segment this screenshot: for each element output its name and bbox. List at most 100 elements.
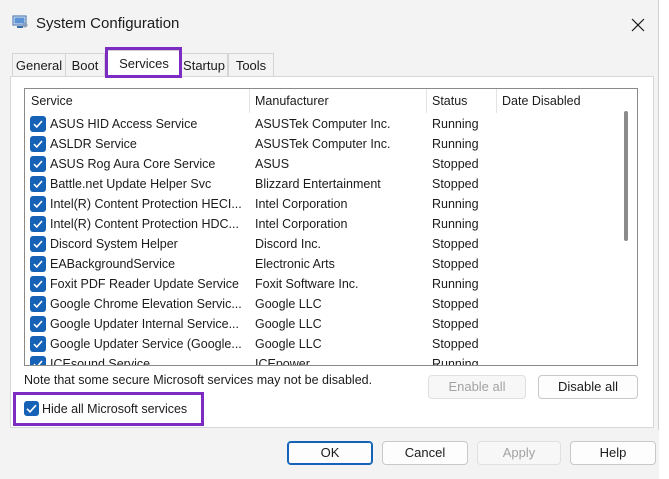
manufacturer: Discord Inc. — [255, 237, 321, 251]
hide-microsoft-services-checkbox[interactable] — [24, 401, 39, 416]
service-name: Intel(R) Content Protection HDC... — [50, 217, 239, 231]
service-name: Intel(R) Content Protection HECI... — [50, 197, 242, 211]
checkmark-icon — [33, 120, 43, 129]
checkmark-icon — [33, 160, 43, 169]
disable-all-button[interactable]: Disable all — [538, 375, 638, 399]
row-checkbox[interactable] — [30, 136, 46, 152]
manufacturer: Google LLC — [255, 297, 322, 311]
checkmark-icon — [33, 180, 43, 189]
table-row[interactable]: Battle.net Update Helper Svc Blizzard En… — [25, 174, 621, 194]
vertical-scrollbar[interactable] — [621, 111, 631, 361]
column-header-status[interactable]: Status — [426, 89, 494, 113]
checkmark-icon — [33, 280, 43, 289]
column-header-manufacturer[interactable]: Manufacturer — [249, 89, 425, 113]
row-checkbox[interactable] — [30, 236, 46, 252]
status: Stopped — [432, 337, 479, 351]
table-row[interactable]: ASUS HID Access Service ASUSTek Computer… — [25, 114, 621, 134]
row-checkbox[interactable] — [30, 196, 46, 212]
services-list[interactable]: Service Manufacturer Status Date Disable… — [24, 88, 638, 366]
service-name: ASUS Rog Aura Core Service — [50, 157, 216, 171]
table-row[interactable]: ASUS Rog Aura Core Service ASUS Stopped — [25, 154, 621, 174]
manufacturer: Intel Corporation — [255, 217, 348, 231]
service-name: ASUS HID Access Service — [50, 117, 198, 131]
row-checkbox[interactable] — [30, 316, 46, 332]
status: Stopped — [432, 157, 479, 171]
manufacturer: Foxit Software Inc. — [255, 277, 359, 291]
status: Stopped — [432, 257, 479, 271]
service-name: Foxit PDF Reader Update Service — [50, 277, 239, 291]
service-name: Google Chrome Elevation Servic... — [50, 297, 242, 311]
table-row[interactable]: ASLDR Service ASUSTek Computer Inc. Runn… — [25, 134, 621, 154]
checkmark-icon — [33, 140, 43, 149]
table-row[interactable]: Foxit PDF Reader Update Service Foxit So… — [25, 274, 621, 294]
checkmark-icon — [33, 360, 43, 365]
status: Stopped — [432, 237, 479, 251]
tab-tools[interactable]: Tools — [228, 53, 274, 78]
row-checkbox[interactable] — [30, 256, 46, 272]
ok-button[interactable]: OK — [287, 441, 373, 465]
row-checkbox[interactable] — [30, 336, 46, 352]
hide-microsoft-services-label[interactable]: Hide all Microsoft services — [42, 400, 187, 418]
secure-services-note: Note that some secure Microsoft services… — [24, 373, 373, 387]
table-row[interactable]: Intel(R) Content Protection HECI... Inte… — [25, 194, 621, 214]
checkmark-icon — [33, 320, 43, 329]
system-configuration-icon — [12, 15, 28, 29]
row-checkbox[interactable] — [30, 216, 46, 232]
status: Stopped — [432, 317, 479, 331]
table-row[interactable]: Google Updater Service (Google... Google… — [25, 334, 621, 354]
row-checkbox[interactable] — [30, 356, 46, 365]
status: Running — [432, 117, 479, 131]
cancel-button[interactable]: Cancel — [382, 441, 468, 465]
checkmark-icon — [33, 240, 43, 249]
window-title: System Configuration — [36, 15, 180, 32]
tab-boot[interactable]: Boot — [65, 53, 105, 78]
service-name: Discord System Helper — [50, 237, 178, 251]
background-window-edge — [658, 0, 669, 479]
table-row[interactable]: ICEsound Service ICEpower Running — [25, 354, 621, 366]
title-bar: System Configuration — [0, 0, 659, 48]
status: Stopped — [432, 297, 479, 311]
table-row[interactable]: Discord System Helper Discord Inc. Stopp… — [25, 234, 621, 254]
table-row[interactable]: Intel(R) Content Protection HDC... Intel… — [25, 214, 621, 234]
service-name: Google Updater Service (Google... — [50, 337, 242, 351]
enable-all-button[interactable]: Enable all — [428, 375, 526, 399]
service-name: EABackgroundService — [50, 257, 176, 271]
column-header-date-disabled[interactable]: Date Disabled — [496, 89, 612, 113]
manufacturer: Electronic Arts — [255, 257, 335, 271]
status: Running — [432, 277, 479, 291]
table-row[interactable]: Google Chrome Elevation Servic... Google… — [25, 294, 621, 314]
manufacturer: Google LLC — [255, 337, 322, 351]
service-name: ASLDR Service — [50, 137, 137, 151]
row-checkbox[interactable] — [30, 176, 46, 192]
status: Running — [432, 197, 479, 211]
checkmark-icon — [33, 260, 43, 269]
checkmark-icon — [33, 200, 43, 209]
service-name: Battle.net Update Helper Svc — [50, 177, 212, 191]
close-icon — [631, 18, 645, 32]
service-name: Google Updater Internal Service... — [50, 317, 239, 331]
manufacturer: ICEpower — [255, 357, 310, 366]
row-checkbox[interactable] — [30, 156, 46, 172]
manufacturer: Intel Corporation — [255, 197, 348, 211]
checkmark-icon — [33, 340, 43, 349]
list-header: Service Manufacturer Status Date Disable… — [25, 89, 637, 113]
apply-button[interactable]: Apply — [477, 441, 561, 465]
tab-services[interactable]: Services — [106, 50, 182, 78]
checkmark-icon — [33, 300, 43, 309]
tab-startup[interactable]: Startup — [180, 53, 228, 78]
status: Running — [432, 357, 479, 366]
table-row[interactable]: EABackgroundService Electronic Arts Stop… — [25, 254, 621, 274]
close-button[interactable] — [620, 10, 656, 40]
row-checkbox[interactable] — [30, 296, 46, 312]
column-header-service[interactable]: Service — [25, 89, 249, 113]
table-row[interactable]: Google Updater Internal Service... Googl… — [25, 314, 621, 334]
manufacturer: ASUSTek Computer Inc. — [255, 137, 391, 151]
status: Stopped — [432, 177, 479, 191]
help-button[interactable]: Help — [570, 441, 656, 465]
checkmark-icon — [33, 220, 43, 229]
scrollbar-thumb[interactable] — [624, 111, 628, 241]
checkmark-icon — [26, 404, 37, 413]
row-checkbox[interactable] — [30, 116, 46, 132]
tab-general[interactable]: General — [12, 53, 66, 78]
row-checkbox[interactable] — [30, 276, 46, 292]
